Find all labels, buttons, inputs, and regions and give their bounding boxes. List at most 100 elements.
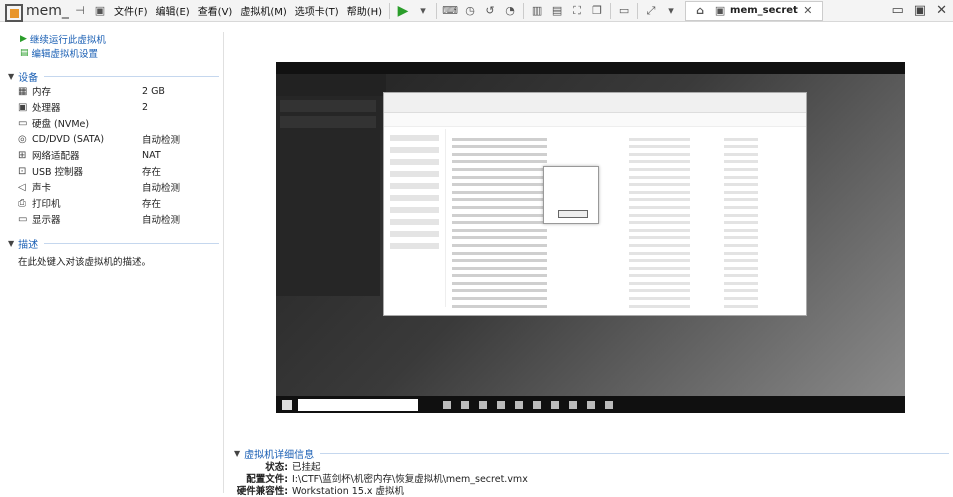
menu-view[interactable]: 查看(V) <box>198 3 233 18</box>
device-row-sound[interactable]: ◁ 声卡 自动检测 <box>0 179 223 195</box>
display-icon: ▭ <box>18 213 28 225</box>
guest-search-box <box>298 398 418 411</box>
revert-snapshot-icon[interactable]: ↺ <box>483 4 497 18</box>
unity-icon[interactable]: ❐ <box>590 4 604 18</box>
app-title: mem_ <box>26 2 69 19</box>
dialog-ok-button <box>558 210 588 218</box>
explorer-address-bar <box>384 113 806 127</box>
explorer-ribbon <box>384 93 806 113</box>
device-row-disk[interactable]: ▭ 硬盘 (NVMe) <box>0 115 223 131</box>
device-value: 存在 <box>142 199 162 210</box>
detail-row-compat: 硬件兼容性: Workstation 15.x 虚拟机 <box>230 484 953 497</box>
menu-help[interactable]: 帮助(H) <box>347 3 382 18</box>
taskbar-app-icon <box>569 400 577 409</box>
device-name: 网络适配器 <box>32 151 80 162</box>
menu-edit[interactable]: 编辑(E) <box>156 3 190 18</box>
collapse-triangle-icon[interactable]: ▼ <box>234 449 240 458</box>
close-icon[interactable]: ✕ <box>936 3 947 18</box>
collapse-triangle-icon[interactable]: ▼ <box>8 72 14 81</box>
tab-vm[interactable]: ⌂ ▣ mem_secret ✕ <box>685 0 823 21</box>
restore-icon[interactable]: ▣ <box>914 3 926 18</box>
details-section-header[interactable]: ▼ 虚拟机详细信息 <box>230 447 953 461</box>
divider <box>320 453 949 454</box>
edit-vm-settings-link[interactable]: ▤ 编辑虚拟机设置 <box>0 46 223 60</box>
device-name: USB 控制器 <box>32 167 84 178</box>
network-icon: ⊞ <box>18 149 27 161</box>
resume-vm-label: 继续运行此虚拟机 <box>29 35 106 46</box>
collapse-icon[interactable]: ⊣ <box>73 4 87 18</box>
guest-app-header <box>276 74 386 96</box>
chevron-down-icon[interactable]: ▾ <box>664 4 678 18</box>
guest-top-bar <box>276 62 905 74</box>
library-icon[interactable]: ▣ <box>93 4 107 18</box>
thumbnail-icon[interactable]: ▤ <box>550 4 564 18</box>
device-value: 存在 <box>142 167 162 178</box>
close-tab-icon[interactable]: ✕ <box>801 4 815 18</box>
fullscreen-icon[interactable]: ⛶ <box>570 4 584 18</box>
guest-taskbar <box>276 396 905 413</box>
taskbar-app-icon <box>443 400 451 409</box>
divider <box>44 76 219 77</box>
device-row-printer[interactable]: ⎙ 打印机 存在 <box>0 195 223 211</box>
device-value: 自动检测 <box>142 183 181 194</box>
snapshot-icon[interactable]: ◷ <box>463 4 477 18</box>
device-value: 2 GB <box>142 85 165 97</box>
windows-start-icon <box>282 399 292 410</box>
menu-tabs[interactable]: 选项卡(T) <box>295 3 339 18</box>
cd-icon: ◎ <box>18 133 27 145</box>
device-name: 打印机 <box>32 199 61 210</box>
device-row-usb[interactable]: ⊡ USB 控制器 存在 <box>0 163 223 179</box>
device-value: NAT <box>142 149 161 161</box>
separator <box>436 2 438 19</box>
resume-vm-link[interactable]: ▶ 继续运行此虚拟机 <box>0 32 223 46</box>
guest-row <box>280 116 376 128</box>
description-text[interactable]: 在此处键入对该虚拟机的描述。 <box>0 254 223 268</box>
taskbar-app-icon <box>551 400 559 409</box>
console-icon[interactable]: ▭ <box>617 4 631 18</box>
send-keys-icon[interactable]: ⌨ <box>442 4 458 18</box>
memory-icon: ▦ <box>18 85 28 97</box>
detail-value: Workstation 15.x 虚拟机 <box>292 486 405 497</box>
device-row-network[interactable]: ⊞ 网络适配器 NAT <box>0 147 223 163</box>
chevron-down-icon[interactable]: ▾ <box>416 4 430 18</box>
devices-section-title: 设备 <box>18 73 39 84</box>
device-row-memory[interactable]: ▦ 内存 2 GB <box>0 83 223 99</box>
device-name: 显示器 <box>32 215 61 226</box>
vmware-logo-icon <box>0 0 26 22</box>
sidebar-toggle-icon[interactable]: ▥ <box>530 4 544 18</box>
device-row-display[interactable]: ▭ 显示器 自动检测 <box>0 211 223 227</box>
vm-screenshot[interactable] <box>276 62 905 413</box>
taskbar-app-icon <box>461 400 469 409</box>
taskbar-app-icon <box>533 400 541 409</box>
device-row-cpu[interactable]: ▣ 处理器 2 <box>0 99 223 115</box>
device-value: 自动检测 <box>142 215 181 226</box>
device-name: 声卡 <box>32 183 52 194</box>
device-name: 内存 <box>32 87 52 98</box>
taskbar-app-icon <box>605 400 613 409</box>
taskbar-app-icon <box>587 400 595 409</box>
description-section-header[interactable]: ▼ 描述 <box>0 237 223 251</box>
device-row-cd[interactable]: ◎ CD/DVD (SATA) 自动检测 <box>0 131 223 147</box>
menu-file[interactable]: 文件(F) <box>114 3 148 18</box>
collapse-triangle-icon[interactable]: ▼ <box>8 239 14 248</box>
separator <box>523 2 525 19</box>
menu-vm[interactable]: 虚拟机(M) <box>240 3 286 18</box>
sound-icon: ◁ <box>18 181 26 193</box>
snapshot-manager-icon[interactable]: ◔ <box>503 4 517 18</box>
explorer-file-list <box>452 133 792 312</box>
tab-label: mem_secret <box>730 5 798 16</box>
disk-icon: ▭ <box>18 117 28 129</box>
taskbar-app-icon <box>515 400 523 409</box>
home-icon[interactable]: ⌂ <box>693 4 707 18</box>
settings-icon: ▤ <box>20 48 29 58</box>
stretch-icon[interactable]: ⤢ <box>644 4 658 18</box>
devices-section-header[interactable]: ▼ 设备 <box>0 70 223 84</box>
separator <box>637 2 639 19</box>
power-on-icon[interactable]: ▶ <box>396 3 410 19</box>
minimize-icon[interactable]: ▭ <box>892 3 904 18</box>
device-value: 2 <box>142 101 149 113</box>
taskbar-app-icon <box>479 400 487 409</box>
title-bar: mem_ ⊣ ▣ 文件(F) 编辑(E) 查看(V) 虚拟机(M) 选项卡(T)… <box>0 0 953 22</box>
printer-icon: ⎙ <box>18 197 26 209</box>
edit-vm-settings-label: 编辑虚拟机设置 <box>31 49 99 60</box>
